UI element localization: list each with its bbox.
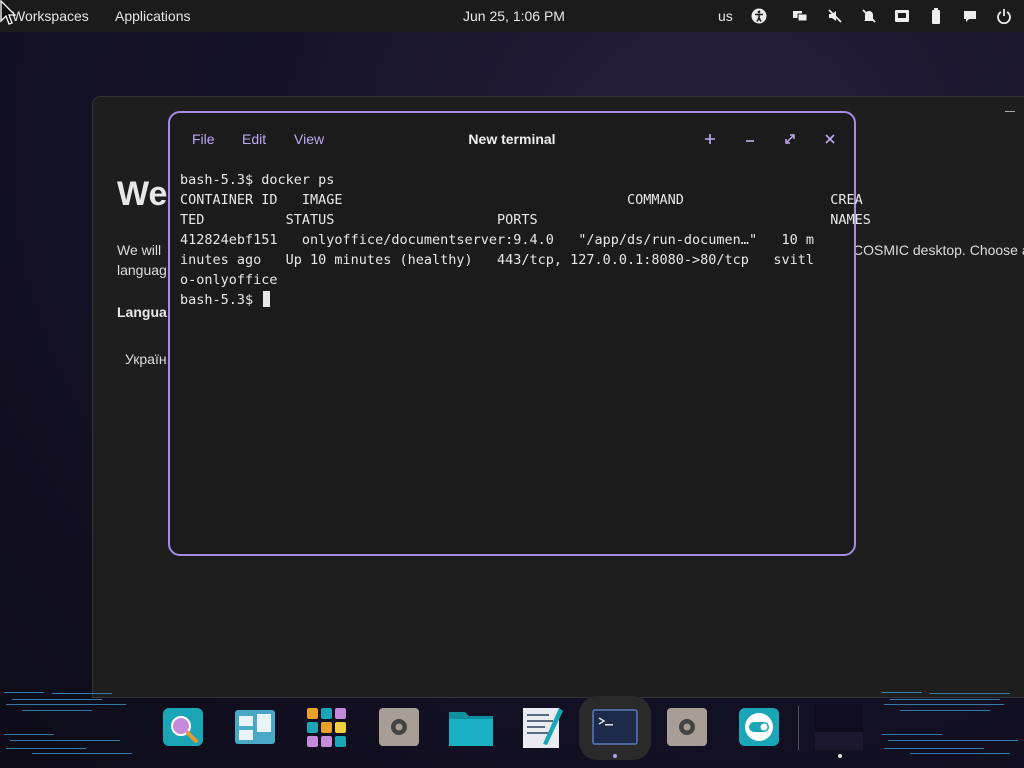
close-icon[interactable] xyxy=(820,129,840,149)
terminal-line: 412824ebf151 onlyoffice/documentserver:9… xyxy=(180,232,814,248)
desktop-preview-icon[interactable] xyxy=(815,702,863,752)
terminal-output[interactable]: bash-5.3$ docker ps CONTAINER ID IMAGE C… xyxy=(180,170,871,310)
display-icon[interactable] xyxy=(792,8,808,24)
workspaces-button[interactable]: Workspaces xyxy=(12,0,89,32)
battery-icon[interactable] xyxy=(928,8,944,24)
desktop-preview-left-decoration xyxy=(4,692,132,754)
top-panel: Workspaces Applications Jun 25, 1:06 PM … xyxy=(0,0,1024,32)
accessibility-icon[interactable] xyxy=(751,8,767,24)
terminal-prompt-line[interactable]: bash-5.3$ xyxy=(180,290,840,310)
terminal-running-indicator xyxy=(613,754,617,758)
terminal-line: TED STATUS PORTS NAMES xyxy=(180,212,871,228)
tweaks-app-icon[interactable] xyxy=(735,702,783,752)
text-cursor xyxy=(263,291,271,307)
dock-separator xyxy=(798,706,799,750)
terminal-prompt: bash-5.3$ xyxy=(180,292,262,308)
notifications-off-icon[interactable] xyxy=(861,8,877,24)
welcome-text-right: COSMIC desktop. Choose a xyxy=(853,242,1024,258)
new-tab-icon[interactable] xyxy=(700,129,720,149)
terminal-window[interactable]: File Edit View New terminal bash-5.3$ do… xyxy=(168,111,871,556)
app-library-icon[interactable] xyxy=(303,702,351,752)
search-app-icon[interactable] xyxy=(159,702,207,752)
terminal-line: bash-5.3$ docker ps xyxy=(180,172,335,188)
language-section-label: Langua xyxy=(117,304,167,320)
text-editor-app-icon[interactable] xyxy=(519,702,567,752)
terminal-line: CONTAINER ID IMAGE COMMAND CREA xyxy=(180,192,863,208)
files-app-icon[interactable] xyxy=(447,702,495,752)
terminal-line: o-onlyoffice xyxy=(180,272,278,288)
terminal-app-icon[interactable] xyxy=(591,702,639,752)
mouse-cursor-icon xyxy=(0,0,16,25)
workspaces-app-icon[interactable] xyxy=(231,702,279,752)
mute-icon[interactable] xyxy=(827,8,843,24)
minimize-icon[interactable] xyxy=(1005,111,1015,112)
language-option[interactable]: Україн xyxy=(125,351,167,367)
clock[interactable]: Jun 25, 1:06 PM xyxy=(463,0,565,32)
power-icon[interactable] xyxy=(996,8,1012,24)
welcome-text-line2: languag xyxy=(117,262,167,278)
settings-app-2-icon[interactable] xyxy=(663,702,711,752)
applications-button[interactable]: Applications xyxy=(115,0,191,32)
chat-icon[interactable] xyxy=(962,8,978,24)
maximize-icon[interactable] xyxy=(780,129,800,149)
desktop-preview-indicator xyxy=(838,754,842,758)
welcome-text-left: We will xyxy=(117,242,162,258)
welcome-title: We xyxy=(117,175,168,213)
terminal-line: inutes ago Up 10 minutes (healthy) 443/t… xyxy=(180,252,814,268)
minimize-icon[interactable] xyxy=(740,129,760,149)
network-icon[interactable] xyxy=(894,8,910,24)
desktop-preview-right-decoration xyxy=(882,692,1018,754)
settings-app-icon[interactable] xyxy=(375,702,423,752)
keyboard-layout-indicator[interactable]: us xyxy=(718,0,733,32)
